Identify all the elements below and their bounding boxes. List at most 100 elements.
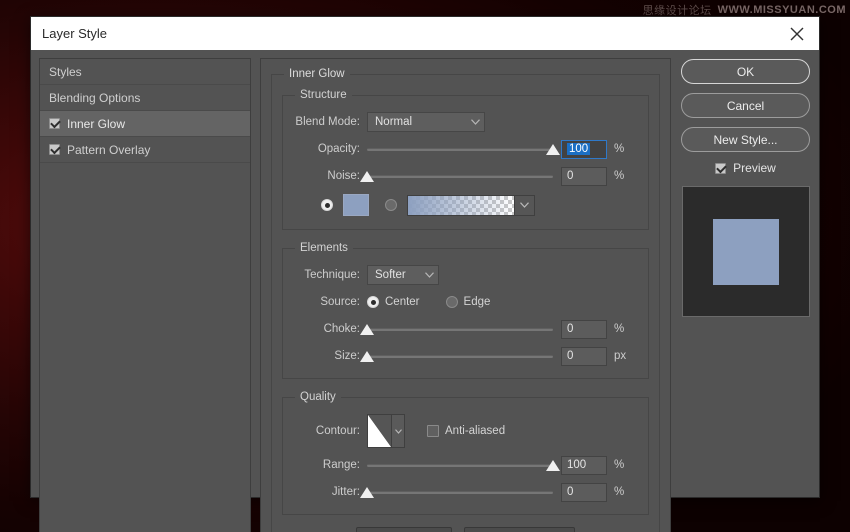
structure-section-title: Structure <box>300 89 347 101</box>
size-input[interactable]: 0 <box>561 346 607 366</box>
quality-section-title: Quality <box>300 391 336 403</box>
blend-mode-dropdown[interactable]: Normal <box>367 112 485 132</box>
range-slider-thumb[interactable] <box>546 460 560 471</box>
anti-aliased-checkbox[interactable] <box>427 425 439 437</box>
sidebar-item-pattern-overlay[interactable]: Pattern Overlay <box>40 137 250 163</box>
new-style-button[interactable]: New Style... <box>681 127 810 152</box>
technique-value: Softer <box>375 269 406 281</box>
choke-row: Choke: 0 % <box>293 317 638 341</box>
glow-gradient-picker[interactable] <box>407 194 535 216</box>
size-slider[interactable] <box>360 346 553 366</box>
settings-panel: Inner Glow Structure Blend Mode: Normal <box>260 58 671 532</box>
jitter-value: 0 <box>567 486 574 498</box>
opacity-label: Opacity: <box>317 143 360 155</box>
contour-label: Contour: <box>315 425 360 437</box>
noise-row: Noise: 0 % <box>293 164 638 188</box>
noise-unit: % <box>614 170 625 182</box>
noise-slider-thumb[interactable] <box>360 171 374 182</box>
styles-list: Styles Blending Options Inner Glow Patte… <box>40 59 250 532</box>
sidebar-item-inner-glow[interactable]: Inner Glow <box>40 111 250 137</box>
noise-slider-track <box>367 175 553 178</box>
preview-toggle[interactable]: Preview <box>715 161 776 175</box>
dialog-body: Styles Blending Options Inner Glow Patte… <box>31 50 819 532</box>
opacity-slider[interactable] <box>367 139 560 159</box>
size-slider-thumb[interactable] <box>360 351 374 362</box>
technique-label: Technique: <box>304 269 360 281</box>
choke-slider-thumb[interactable] <box>360 324 374 335</box>
choke-slider[interactable] <box>360 319 553 339</box>
choke-unit: % <box>614 323 625 335</box>
jitter-slider[interactable] <box>360 482 553 502</box>
source-label: Source: <box>320 296 360 308</box>
inner-glow-checkbox[interactable] <box>49 118 60 129</box>
sidebar-item-label: Pattern Overlay <box>67 142 151 157</box>
opacity-row: Opacity: 100 % <box>293 137 638 161</box>
source-edge-radio[interactable] <box>445 296 458 308</box>
size-row: Size: 0 px <box>293 344 638 368</box>
opacity-input[interactable]: 100 <box>561 139 607 159</box>
opacity-slider-track <box>367 148 553 151</box>
jitter-unit: % <box>614 486 625 498</box>
chevron-down-icon <box>466 119 484 125</box>
close-icon[interactable] <box>775 17 819 50</box>
size-label: Size: <box>334 350 360 362</box>
fill-color-radio[interactable] <box>321 199 333 211</box>
dialog-titlebar: Layer Style <box>31 17 819 50</box>
sidebar-item-blending-options[interactable]: Blending Options <box>40 85 250 111</box>
range-label: Range: <box>322 459 360 471</box>
elements-section: Elements Technique: Softer Source: Cente… <box>282 242 649 379</box>
make-default-button[interactable]: Make Default <box>356 527 453 532</box>
opacity-unit: % <box>614 143 625 155</box>
choke-value: 0 <box>567 323 574 335</box>
choke-input[interactable]: 0 <box>561 319 607 339</box>
fill-gradient-radio[interactable] <box>385 199 397 211</box>
jitter-label: Jitter: <box>331 486 360 498</box>
source-row: Source: Center Edge <box>293 290 638 314</box>
ok-button[interactable]: OK <box>681 59 810 84</box>
preview-thumbnail <box>681 186 810 317</box>
styles-panel: Styles Blending Options Inner Glow Patte… <box>39 58 251 532</box>
inner-glow-section: Inner Glow Structure Blend Mode: Normal <box>271 68 660 532</box>
inner-glow-section-title: Inner Glow <box>289 68 345 80</box>
choke-slider-track <box>367 328 553 331</box>
range-value: 100 <box>567 459 587 471</box>
technique-row: Technique: Softer <box>293 263 638 287</box>
glow-color-swatch[interactable] <box>343 194 369 216</box>
chevron-down-icon[interactable] <box>391 415 404 447</box>
size-value: 0 <box>567 350 574 362</box>
preview-label: Preview <box>733 161 776 175</box>
cancel-button[interactable]: Cancel <box>681 93 810 118</box>
contour-preview <box>368 415 391 447</box>
elements-section-title: Elements <box>300 242 348 254</box>
default-buttons-row: Make Default Reset to Default <box>282 527 649 532</box>
contour-row: Contour: Anti-aliased <box>293 412 638 450</box>
structure-section: Structure Blend Mode: Normal Opacity: 10… <box>282 89 649 230</box>
jitter-input[interactable]: 0 <box>561 482 607 502</box>
jitter-row: Jitter: 0 % <box>293 480 638 504</box>
preview-checkbox[interactable] <box>715 162 727 174</box>
source-center-radio[interactable] <box>367 296 379 308</box>
opacity-value: 100 <box>567 143 591 155</box>
chevron-down-icon[interactable] <box>514 195 534 215</box>
gradient-preview <box>408 195 514 215</box>
opacity-slider-thumb[interactable] <box>546 144 560 155</box>
sidebar-item-label: Blending Options <box>49 90 141 105</box>
noise-input[interactable]: 0 <box>561 166 607 186</box>
sidebar-item-styles[interactable]: Styles <box>40 59 250 85</box>
reset-to-default-button[interactable]: Reset to Default <box>464 527 575 532</box>
blend-mode-label: Blend Mode: <box>295 116 360 128</box>
noise-label: Noise: <box>327 170 360 182</box>
range-slider[interactable] <box>367 455 560 475</box>
noise-value: 0 <box>567 170 574 182</box>
contour-picker[interactable] <box>367 414 405 448</box>
range-input[interactable]: 100 <box>561 455 607 475</box>
anti-aliased-label: Anti-aliased <box>445 425 506 437</box>
blend-mode-row: Blend Mode: Normal <box>293 110 638 134</box>
pattern-overlay-checkbox[interactable] <box>49 144 60 155</box>
jitter-slider-thumb[interactable] <box>360 487 374 498</box>
choke-label: Choke: <box>323 323 360 335</box>
technique-dropdown[interactable]: Softer <box>367 265 439 285</box>
noise-slider[interactable] <box>360 166 553 186</box>
range-row: Range: 100 % <box>293 453 638 477</box>
dialog-title: Layer Style <box>42 26 108 41</box>
